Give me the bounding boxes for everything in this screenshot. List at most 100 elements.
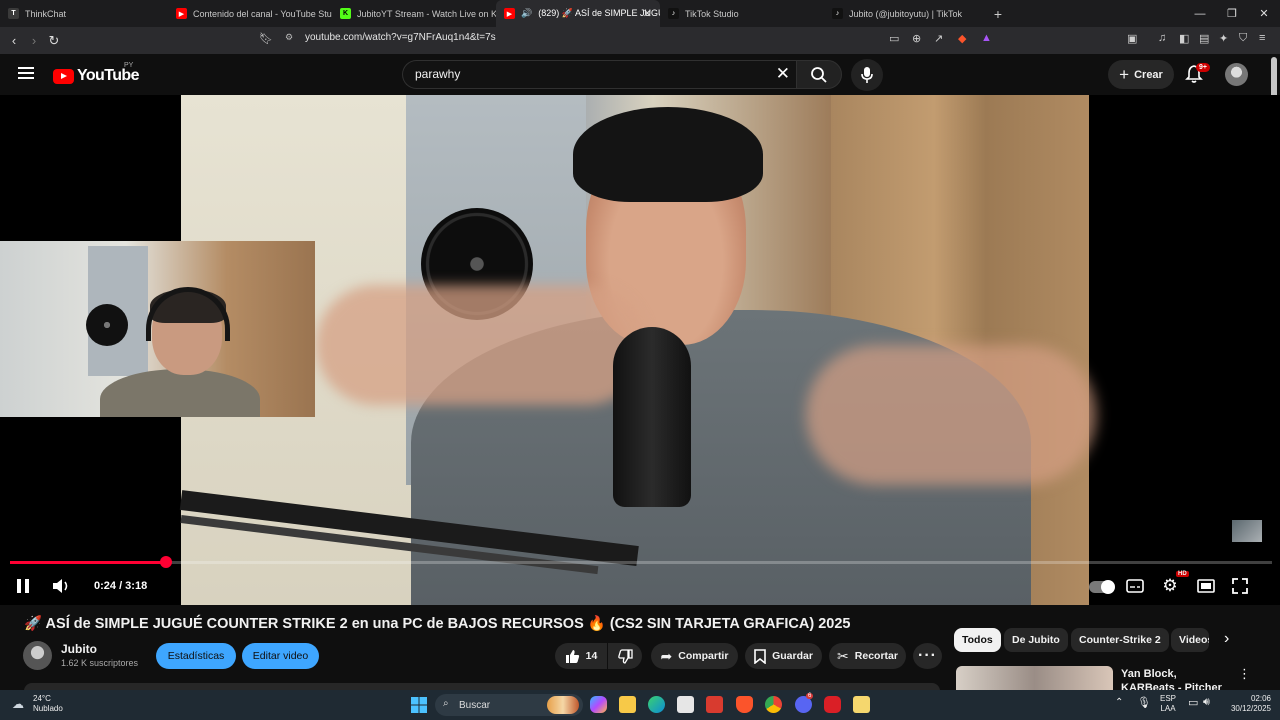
search-icon [811,66,827,83]
clear-search-icon[interactable]: ✕ [776,64,790,84]
account-avatar[interactable] [1225,63,1248,86]
share-button[interactable]: ➦ Compartir [651,643,738,669]
volume-button[interactable] [50,575,72,597]
input-language[interactable]: ESP LAA [1160,694,1176,714]
taskbar-search-icon: ⌕ [443,698,449,709]
windows-start-icon[interactable] [411,697,427,713]
clip-button[interactable]: ✂ Recortar [829,643,906,669]
youtube-logo[interactable]: YouTube [53,67,139,85]
brave-shield-icon[interactable]: ◆ [958,32,966,45]
youtube-play-logo-icon [53,68,74,84]
browser-tab[interactable]: ♪ TikTok Studio [660,0,824,27]
speaker-icon[interactable]: 🔊︎ [1203,696,1210,709]
fullscreen-button[interactable] [1229,575,1251,597]
search-button[interactable] [796,60,842,89]
file-explorer-icon[interactable] [619,696,636,713]
next-video-thumbnail[interactable] [1232,520,1262,542]
url-field[interactable]: youtube.com/watch?v=g7NFrAuq1n4&t=7s [305,32,496,43]
back-icon[interactable]: ‹ [4,33,24,48]
minimize-icon[interactable]: — [1184,0,1216,27]
statistics-button[interactable]: Estadísticas [156,643,236,669]
close-tab-icon[interactable]: ✕ [643,7,652,20]
wallet-icon[interactable]: ▤ [1199,32,1209,45]
tray-overflow-icon[interactable]: ⌃ [1115,697,1123,708]
edge-icon[interactable] [648,696,665,713]
chips-next-icon[interactable]: › [1224,630,1229,648]
search-input[interactable] [415,67,755,81]
weather-widget[interactable]: 24°C Nublado [33,694,63,714]
new-tab-button[interactable]: + [986,6,1010,22]
save-button[interactable]: Guardar [745,643,822,669]
search-box[interactable]: ✕ [402,60,796,89]
app-pinned-icon[interactable] [853,696,870,713]
scissors-icon: ✂ [837,647,849,664]
audio-playing-icon[interactable]: 🔊 [521,8,532,19]
subtitles-icon [1126,579,1144,593]
create-button[interactable]: + Crear [1108,60,1174,89]
share-icon[interactable]: ↗ [934,32,943,45]
clock-date: 30/12/2025 [1230,704,1271,713]
country-code: PY [124,62,134,69]
browser-tab[interactable]: ▶ Contenido del canal - YouTube Studi [168,0,332,27]
media-icon[interactable]: ♫ [1158,32,1166,44]
more-actions-button[interactable]: ··· [913,643,942,669]
channel-avatar[interactable] [23,641,52,670]
browser-tab[interactable]: K JubitoYT Stream - Watch Live on Kick [332,0,496,27]
panel-icon[interactable]: ◧ [1179,32,1189,45]
brave-browser-icon[interactable] [736,696,753,713]
chrome-icon[interactable] [765,696,782,713]
search-highlight-icon[interactable] [547,696,579,714]
close-window-icon[interactable]: ✕ [1248,0,1280,27]
share-label: Compartir [678,650,729,662]
reload-icon[interactable]: ↻ [44,33,64,49]
tray-microphone-icon[interactable]: 🎙︎ [1137,696,1151,709]
forward-icon[interactable]: › [24,33,44,48]
zoom-icon[interactable]: ⊕ [912,32,921,45]
like-count: 14 [585,650,598,662]
webcam-fan [86,304,128,346]
leo-ai-icon[interactable]: ✦ [1219,32,1228,45]
video-microphone [613,327,691,507]
video-frame[interactable] [179,95,1096,605]
edit-video-button[interactable]: Editar video [242,643,319,669]
pause-button[interactable] [12,575,34,597]
creative-cloud-icon[interactable] [824,696,841,713]
theater-mode-button[interactable] [1195,575,1217,597]
copilot-icon[interactable] [590,696,607,713]
recommended-video-thumbnail[interactable] [956,666,1113,690]
store-icon[interactable] [677,696,694,713]
browser-tab[interactable]: T ThinkChat [0,0,168,27]
like-button[interactable]: 14 [555,643,607,669]
browser-tab[interactable]: ♪ Jubito (@jubitoyutu) | TikTok [824,0,988,27]
clock[interactable]: 02:06 30/12/2025 [1225,694,1271,714]
vpn-icon[interactable]: ⛉ [1239,32,1247,45]
menu-icon[interactable]: ≡ [1259,32,1265,44]
hamburger-menu-icon[interactable] [18,67,34,79]
site-settings-icon[interactable]: ⚙ [285,32,293,43]
bookmark-icon[interactable]: 🔖︎ [259,32,273,45]
recommendation-menu-icon[interactable]: ⋮ [1238,666,1251,682]
cast-icon[interactable]: ▭ [889,32,899,45]
sidebar-toggle-icon[interactable]: ▣ [1127,32,1137,45]
chip-counter-strike-2[interactable]: Counter-Strike 2 [1071,628,1169,652]
display-icon[interactable]: ▭ [1188,696,1198,709]
progress-scrubber[interactable] [160,556,172,568]
chip-from-jubito[interactable]: De Jubito [1004,628,1068,652]
chip-videos[interactable]: Videos [1171,628,1209,652]
news-app-icon[interactable] [706,696,723,713]
notifications-badge: 9+ [1196,63,1210,72]
recommended-video-title[interactable]: Yan Block, KARBeats - Pitcher (Video Ofi… [1121,667,1231,691]
brave-rewards-icon[interactable]: ▲ [981,32,992,44]
progress-bar[interactable] [10,556,1272,568]
dislike-button[interactable] [608,643,642,669]
video-player[interactable]: 0:24 / 3:18 ⚙ HD [0,95,1280,605]
channel-name[interactable]: Jubito [61,642,97,656]
settings-button[interactable]: ⚙ [1159,575,1181,597]
autoplay-toggle[interactable] [1089,580,1115,594]
chip-all[interactable]: Todos [954,628,1001,652]
youtube-wordmark: YouTube [77,67,139,84]
voice-search-button[interactable] [851,59,883,91]
subtitles-button[interactable] [1124,575,1146,597]
restore-icon[interactable]: ❐ [1216,0,1248,27]
browser-tab-active[interactable]: ▶ 🔊 (829) 🚀 ASÍ de SIMPLE JUGU ✕ [496,0,660,27]
